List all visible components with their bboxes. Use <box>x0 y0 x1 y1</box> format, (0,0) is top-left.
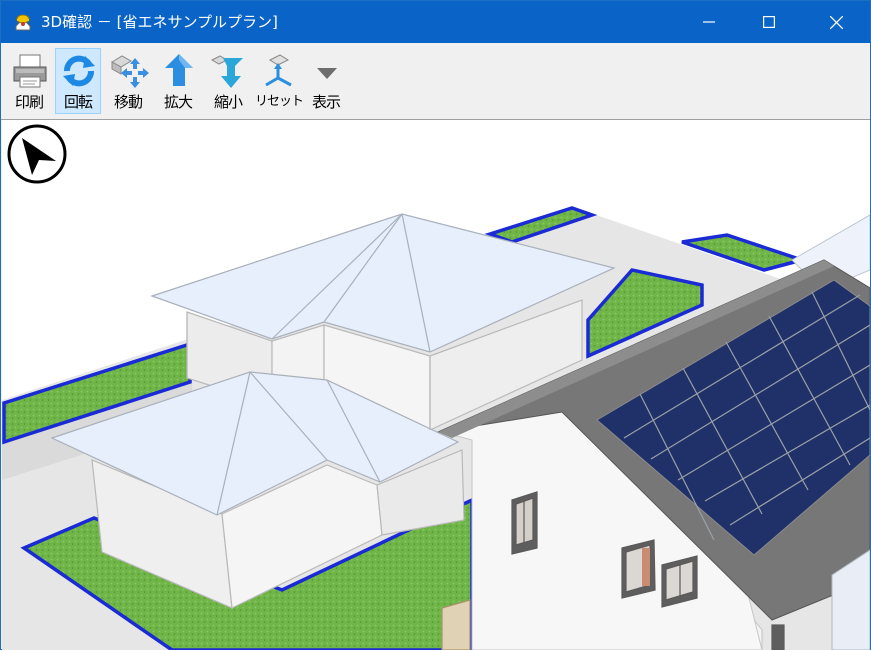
maximize-icon <box>763 16 775 28</box>
print-label: 印刷 <box>14 93 44 111</box>
dropdown-icon <box>317 68 337 79</box>
title-bar[interactable]: 3D確認 － [省エネサンプルプラン] <box>1 1 870 43</box>
reset-label: リセット <box>255 94 304 109</box>
window-3 <box>661 555 698 608</box>
app-window: 3D確認 － [省エネサンプルプラン] 印刷 回転 移動 拡大 縮小 リセット … <box>0 0 871 650</box>
zoom-out-label: 縮小 <box>213 93 243 111</box>
zoom-in-icon <box>165 54 193 86</box>
close-button[interactable] <box>813 1 859 43</box>
move-icon <box>111 55 149 88</box>
zoom-in-label: 拡大 <box>163 93 193 111</box>
move-label: 移動 <box>113 93 143 111</box>
move-button[interactable]: 移動 <box>105 48 151 114</box>
house-helmet-icon <box>15 14 31 31</box>
zoom-out-icon <box>210 55 243 88</box>
toolbar: 印刷 回転 移動 拡大 縮小 リセット 表示 <box>1 43 870 120</box>
close-icon <box>829 15 843 29</box>
rotate-icon <box>63 55 95 87</box>
zoom-out-button[interactable]: 縮小 <box>205 48 251 114</box>
print-button[interactable]: 印刷 <box>6 48 52 114</box>
window-4 <box>771 624 785 650</box>
3d-viewport[interactable] <box>2 120 870 650</box>
reset-button[interactable]: リセット <box>254 48 304 114</box>
reset-icon <box>265 54 292 87</box>
display-button[interactable]: 表示 <box>303 48 349 114</box>
window-1 <box>511 491 538 555</box>
window-2 <box>621 539 656 599</box>
minimize-button[interactable] <box>686 1 732 43</box>
maximize-button[interactable] <box>746 1 792 43</box>
minimize-icon <box>703 21 715 23</box>
north-arrow-icon[interactable] <box>6 123 68 185</box>
rotate-label: 回転 <box>63 93 93 111</box>
zoom-in-button[interactable]: 拡大 <box>155 48 201 114</box>
window-title: 3D確認 － [省エネサンプルプラン] <box>41 13 278 31</box>
display-label: 表示 <box>311 93 341 111</box>
rotate-button[interactable]: 回転 <box>55 48 101 114</box>
printer-icon <box>13 54 47 88</box>
house-3d-scene <box>2 120 870 650</box>
